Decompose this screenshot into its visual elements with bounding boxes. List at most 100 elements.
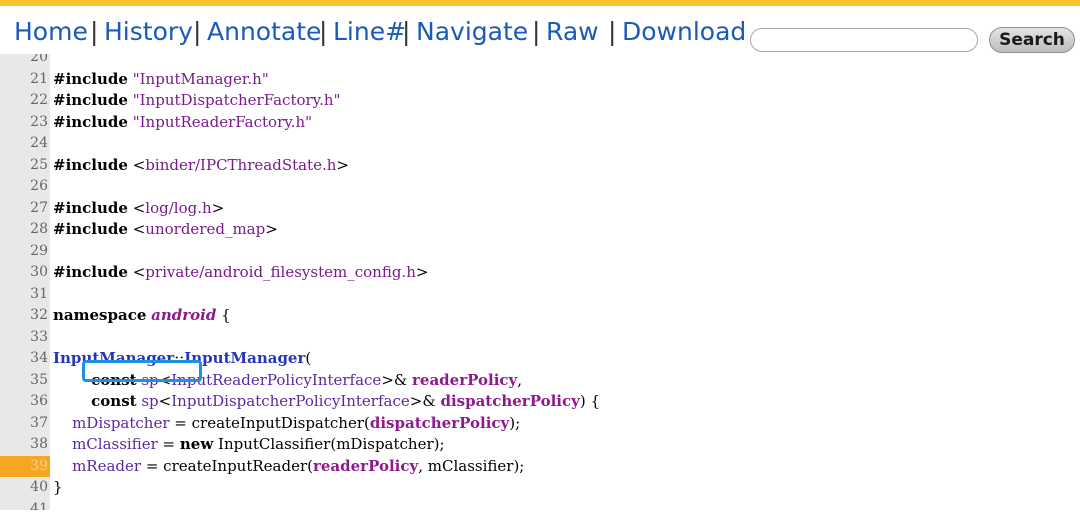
line-number-link[interactable]: 27 xyxy=(0,198,50,220)
nav-line-number-link[interactable]: Line# xyxy=(333,16,406,48)
code-line: 22 #include "InputDispatcherFactory.h" xyxy=(0,90,1080,112)
code-token: private/android_filesystem_config.h xyxy=(145,263,416,281)
nav-separator: | xyxy=(90,17,99,46)
code-line: 26 xyxy=(0,176,1080,198)
code-token[interactable]: InputManager xyxy=(53,349,174,367)
search-input[interactable] xyxy=(750,28,978,52)
code-token: < xyxy=(127,155,146,174)
line-number-link[interactable]: 30 xyxy=(0,262,50,284)
nav-separator: | xyxy=(319,17,328,46)
line-number-link[interactable]: 24 xyxy=(0,133,50,155)
code-text: #include <private/android_filesystem_con… xyxy=(53,262,428,284)
code-token[interactable]: dispatcherPolicy xyxy=(440,392,579,410)
line-number-link[interactable]: 22 xyxy=(0,90,50,112)
code-token: const xyxy=(91,370,137,389)
code-token[interactable]: readerPolicy xyxy=(412,371,517,389)
code-line: 24 xyxy=(0,133,1080,155)
code-token: :: xyxy=(174,349,185,367)
code-token[interactable]: InputReaderPolicyInterface xyxy=(171,371,381,389)
line-number-link[interactable]: 35 xyxy=(0,370,50,392)
nav-history-link[interactable]: History xyxy=(104,16,193,48)
line-number-link[interactable]: 41 xyxy=(0,499,50,511)
code-token: #include xyxy=(53,69,128,88)
line-number-link[interactable]: 37 xyxy=(0,413,50,435)
code-token: unordered_map xyxy=(145,220,266,238)
code-line: 28 #include <unordered_map> xyxy=(0,219,1080,241)
code-token: , mClassifier); xyxy=(418,456,525,475)
line-number-link[interactable]: 39 xyxy=(0,455,50,477)
code-text: #include "InputReaderFactory.h" xyxy=(53,112,312,134)
line-number-link[interactable]: 29 xyxy=(0,241,50,263)
code-line: 20 xyxy=(0,54,1080,69)
code-token: > xyxy=(265,220,278,238)
code-token[interactable]: InputManager xyxy=(184,349,305,367)
code-token: < xyxy=(127,198,146,217)
code-token: < xyxy=(127,263,146,281)
nav-raw-link[interactable]: Raw xyxy=(546,16,599,48)
code-text: const sp<InputDispatcherPolicyInterface>… xyxy=(53,391,600,413)
code-token[interactable]: mReader xyxy=(72,457,141,475)
nav-download-link[interactable]: Download xyxy=(622,16,746,48)
code-token: "InputDispatcherFactory.h" xyxy=(132,91,341,109)
code-text: InputManager::InputManager( xyxy=(53,348,311,370)
code-line: 41 xyxy=(0,499,1080,511)
code-token[interactable]: sp xyxy=(141,371,158,389)
code-line: 35 const sp<InputReaderPolicyInterface>&… xyxy=(0,370,1080,392)
code-token[interactable]: mDispatcher xyxy=(72,414,169,432)
nav-annotate-link[interactable]: Annotate xyxy=(207,16,321,48)
code-token: #include xyxy=(53,91,128,109)
nav-navigate-link[interactable]: Navigate xyxy=(416,16,528,48)
code-line: 31 xyxy=(0,284,1080,306)
code-text: mClassifier = new InputClassifier(mDispa… xyxy=(53,434,444,456)
code-token: #include xyxy=(53,112,128,131)
code-text: #include <log/log.h> xyxy=(53,198,224,220)
line-number-link[interactable]: 33 xyxy=(0,327,50,349)
code-token: const xyxy=(91,392,137,410)
nav-separator: | xyxy=(608,17,617,46)
code-token: } xyxy=(53,478,63,496)
line-number-link[interactable]: 25 xyxy=(0,155,50,177)
code-token: < xyxy=(127,220,146,238)
code-line: 25 #include <binder/IPCThreadState.h> xyxy=(0,155,1080,177)
line-number-link[interactable]: 23 xyxy=(0,112,50,134)
code-token: namespace xyxy=(53,306,147,324)
code-line: 32 namespace android { xyxy=(0,305,1080,327)
line-number-link[interactable]: 21 xyxy=(0,69,50,91)
code-line: 36 const sp<InputDispatcherPolicyInterfa… xyxy=(0,391,1080,413)
code-token: > xyxy=(336,155,349,174)
nav-separator: | xyxy=(193,17,202,46)
line-number-link[interactable]: 20 xyxy=(0,54,50,69)
code-token: >& xyxy=(409,392,441,410)
code-token: >& xyxy=(381,370,413,389)
code-token: = createInputDispatcher( xyxy=(169,413,370,432)
line-number-link[interactable]: 40 xyxy=(0,477,50,499)
code-token[interactable]: mClassifier xyxy=(72,435,158,453)
code-token[interactable]: dispatcherPolicy xyxy=(370,414,509,432)
code-token: #include xyxy=(53,263,128,281)
code-token: "InputReaderFactory.h" xyxy=(132,112,313,131)
line-number-link[interactable]: 36 xyxy=(0,391,50,413)
line-number-link[interactable]: 28 xyxy=(0,219,50,241)
code-token: < xyxy=(158,370,172,389)
code-token: binder/IPCThreadState.h xyxy=(145,155,337,174)
nav-separator: | xyxy=(402,17,411,46)
code-token: > xyxy=(211,198,225,217)
code-token: log/log.h xyxy=(145,198,212,217)
line-number-link[interactable]: 31 xyxy=(0,284,50,306)
nav-home-link[interactable]: Home xyxy=(14,16,88,48)
code-text: #include "InputDispatcherFactory.h" xyxy=(53,90,341,112)
code-token[interactable]: sp xyxy=(141,392,158,410)
line-number-link[interactable]: 38 xyxy=(0,434,50,456)
code-token: #include xyxy=(53,220,128,238)
code-token: ( xyxy=(305,349,312,367)
line-number-link[interactable]: 32 xyxy=(0,305,50,327)
line-number-link[interactable]: 26 xyxy=(0,176,50,198)
search-button[interactable]: Search xyxy=(989,27,1075,53)
code-token[interactable]: readerPolicy xyxy=(313,457,418,475)
code-token[interactable]: InputDispatcherPolicyInterface xyxy=(171,392,410,410)
code-text: #include <unordered_map> xyxy=(53,219,278,241)
line-number-link[interactable]: 34 xyxy=(0,348,50,370)
code-line: 30 #include <private/android_filesystem_c… xyxy=(0,262,1080,284)
code-token: , xyxy=(517,370,523,389)
